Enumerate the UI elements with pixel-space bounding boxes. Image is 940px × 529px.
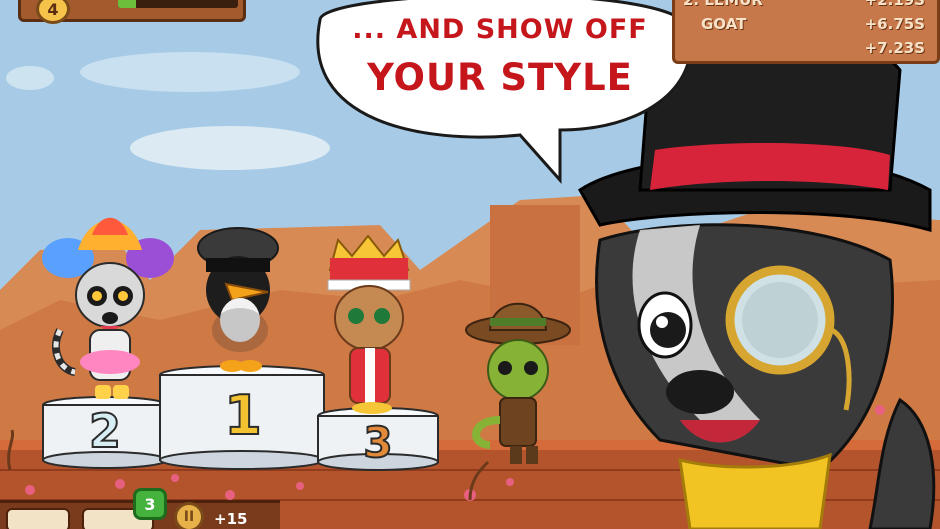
leaderboard-name: 2. LEMUR <box>683 0 763 9</box>
leaderboard-row: 2. LEMUR +2.19S <box>683 0 925 9</box>
leaderboard-row: +7.23S <box>683 39 925 57</box>
xp-progress-bar <box>118 0 238 8</box>
game-scene: 4 2. LEMUR +2.19S GOAT +6.75S +7.23S ...… <box>0 0 940 529</box>
reward-text: +15 <box>214 510 248 528</box>
pause-icon[interactable]: II <box>174 502 204 529</box>
notification-badge: 3 <box>133 488 167 520</box>
menu-button[interactable] <box>6 508 70 529</box>
speech-bubble-line1: ... AND SHOW OFF <box>352 14 648 45</box>
leaderboard-time: +7.23S <box>864 39 925 57</box>
leaderboard-time: +2.19S <box>864 0 925 9</box>
podium-number-first: 1 <box>223 383 263 448</box>
podium-number-third: 3 <box>362 417 393 468</box>
leaderboard-name: GOAT <box>701 15 747 33</box>
xp-progress-fill <box>118 0 136 8</box>
leaderboard-row: GOAT +6.75S <box>683 15 925 33</box>
podium-number-second: 2 <box>88 403 122 459</box>
speech-bubble-line2: YOUR STYLE <box>367 56 633 99</box>
race-leaderboard: 2. LEMUR +2.19S GOAT +6.75S +7.23S <box>672 0 940 64</box>
leaderboard-time: +6.75S <box>864 15 925 33</box>
